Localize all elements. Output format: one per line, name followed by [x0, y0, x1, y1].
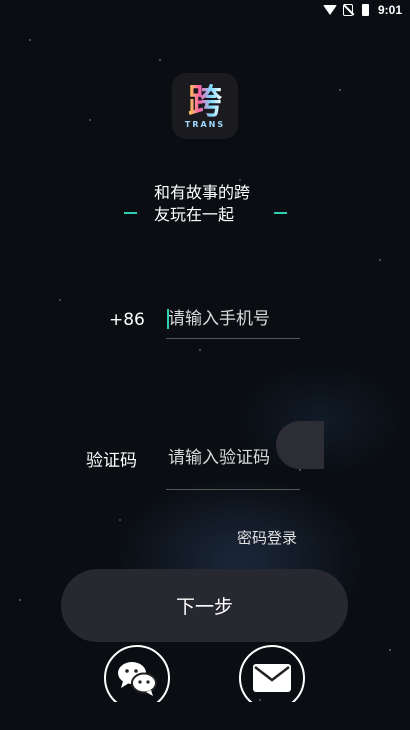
slogan-dash-right	[274, 212, 287, 214]
bottom-mask	[0, 702, 410, 730]
wechat-icon	[115, 658, 159, 698]
country-code[interactable]: +86	[109, 310, 145, 330]
code-label: 验证码	[86, 451, 137, 471]
battery-icon	[360, 4, 372, 16]
no-sim-icon	[342, 4, 354, 16]
phone-input[interactable]	[166, 299, 300, 339]
slogan-row: 和有故事的跨友玩在一起	[122, 182, 292, 248]
send-code-button[interactable]	[276, 421, 324, 469]
text-cursor	[167, 309, 169, 329]
status-bar: 9:01	[0, 0, 410, 20]
app-logo: 跨 TRANS	[172, 73, 238, 139]
next-button[interactable]: 下一步	[61, 569, 348, 642]
logo-char: 跨	[188, 81, 222, 122]
logo-word: TRANS	[184, 119, 226, 129]
mail-icon	[252, 663, 292, 693]
wifi-icon	[322, 4, 337, 16]
status-time: 9:01	[377, 3, 402, 17]
slogan-text: 和有故事的跨友玩在一起	[154, 183, 251, 224]
password-login-link[interactable]: 密码登录	[237, 527, 297, 548]
slogan-dash-left	[124, 212, 137, 214]
